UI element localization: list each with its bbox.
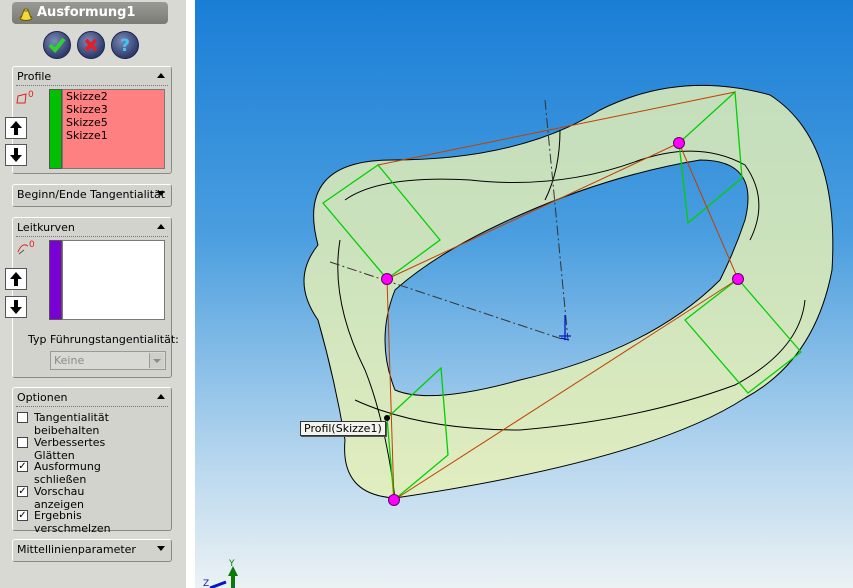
loft-surface	[303, 84, 834, 499]
profile-point[interactable]	[381, 273, 393, 285]
profile-tooltip: Profil(Skizze1)	[300, 421, 386, 436]
option-label: Vorschau anzeigen	[34, 485, 85, 511]
centerline-group[interactable]: Mittellinienparameter	[12, 539, 172, 562]
guides-collapse-icon[interactable]	[157, 224, 165, 229]
tangency-header: Beginn/Ende Tangentialität	[17, 188, 166, 201]
svg-text:0: 0	[28, 90, 34, 100]
question-icon: ?	[120, 36, 130, 56]
guide-list[interactable]	[62, 240, 165, 320]
svg-text:?: ?	[120, 36, 130, 56]
options-collapse-icon[interactable]	[157, 394, 165, 399]
profile-color-bar	[49, 89, 62, 169]
profile-sketch-icon: 0	[16, 88, 38, 107]
profile-list[interactable]: Skizze2 Skizze3 Skizze5 Skizze1	[62, 89, 165, 169]
tangency-type-label: Typ Führungstangentialität:	[28, 333, 179, 346]
guide-color-bar	[49, 240, 62, 320]
property-manager: Ausformung1 ? Profile 0 Skizze2 Skizze3 …	[0, 0, 186, 588]
centerline-expand-icon[interactable]	[157, 546, 165, 551]
profile-move-down-button[interactable]	[5, 144, 27, 166]
option-checkbox[interactable]: ✓	[17, 461, 28, 472]
svg-text:0: 0	[29, 240, 35, 250]
option-label: Tangentialität beibehalten	[34, 411, 109, 437]
arrow-up-icon	[10, 272, 22, 286]
guide-move-up-button[interactable]	[5, 268, 27, 290]
option-label: Ausformung schließen	[34, 460, 101, 486]
options-header: Optionen	[17, 391, 68, 404]
origin-icon	[559, 315, 571, 341]
chevron-down-icon[interactable]	[149, 353, 164, 368]
feature-title-bar: Ausformung1	[12, 2, 168, 24]
option-label: Ergebnis verschmelzen	[34, 509, 111, 535]
option-checkbox[interactable]	[17, 437, 28, 448]
list-item[interactable]: Skizze2	[63, 90, 164, 103]
feature-title: Ausformung1	[37, 5, 136, 20]
profile-point[interactable]	[673, 137, 685, 149]
cancel-button[interactable]	[77, 31, 105, 59]
loft-preview: Y Z	[203, 84, 834, 588]
profile-point[interactable]	[732, 273, 744, 285]
list-item[interactable]: Skizze1	[63, 129, 164, 142]
ok-button[interactable]	[43, 31, 71, 59]
triad-y-label: Y	[228, 559, 235, 569]
tangency-group[interactable]: Beginn/Ende Tangentialität	[12, 184, 172, 207]
check-icon	[48, 37, 66, 53]
profile-header: Profile	[17, 70, 52, 83]
profile-collapse-icon[interactable]	[157, 73, 165, 78]
arrow-down-icon	[10, 148, 22, 162]
centerline-header: Mittellinienparameter	[17, 543, 136, 556]
arrow-down-icon	[10, 300, 22, 314]
guides-header: Leitkurven	[17, 221, 75, 234]
triad-z-label: Z	[203, 579, 209, 588]
tangency-type-select[interactable]: Keine	[50, 351, 166, 370]
option-checkbox[interactable]	[17, 412, 28, 423]
help-button[interactable]: ?	[111, 31, 139, 59]
profile-move-up-button[interactable]	[5, 117, 27, 139]
option-checkbox[interactable]: ✓	[17, 486, 28, 497]
option-checkbox[interactable]: ✓	[17, 510, 28, 521]
guide-move-down-button[interactable]	[5, 296, 27, 318]
option-label: Verbessertes Glätten	[34, 436, 106, 462]
graphics-viewport[interactable]: Y Z	[195, 0, 853, 588]
list-item[interactable]: Skizze5	[63, 116, 164, 129]
profile-point[interactable]	[388, 494, 400, 506]
tangency-expand-icon[interactable]	[157, 191, 165, 196]
tangency-type-value: Keine	[54, 354, 85, 367]
loft-feature-icon	[18, 7, 34, 25]
x-icon	[84, 38, 98, 52]
list-item[interactable]: Skizze3	[63, 103, 164, 116]
guide-curve-icon: 0	[16, 238, 38, 259]
view-triad-icon	[209, 566, 238, 588]
arrow-up-icon	[10, 121, 22, 135]
